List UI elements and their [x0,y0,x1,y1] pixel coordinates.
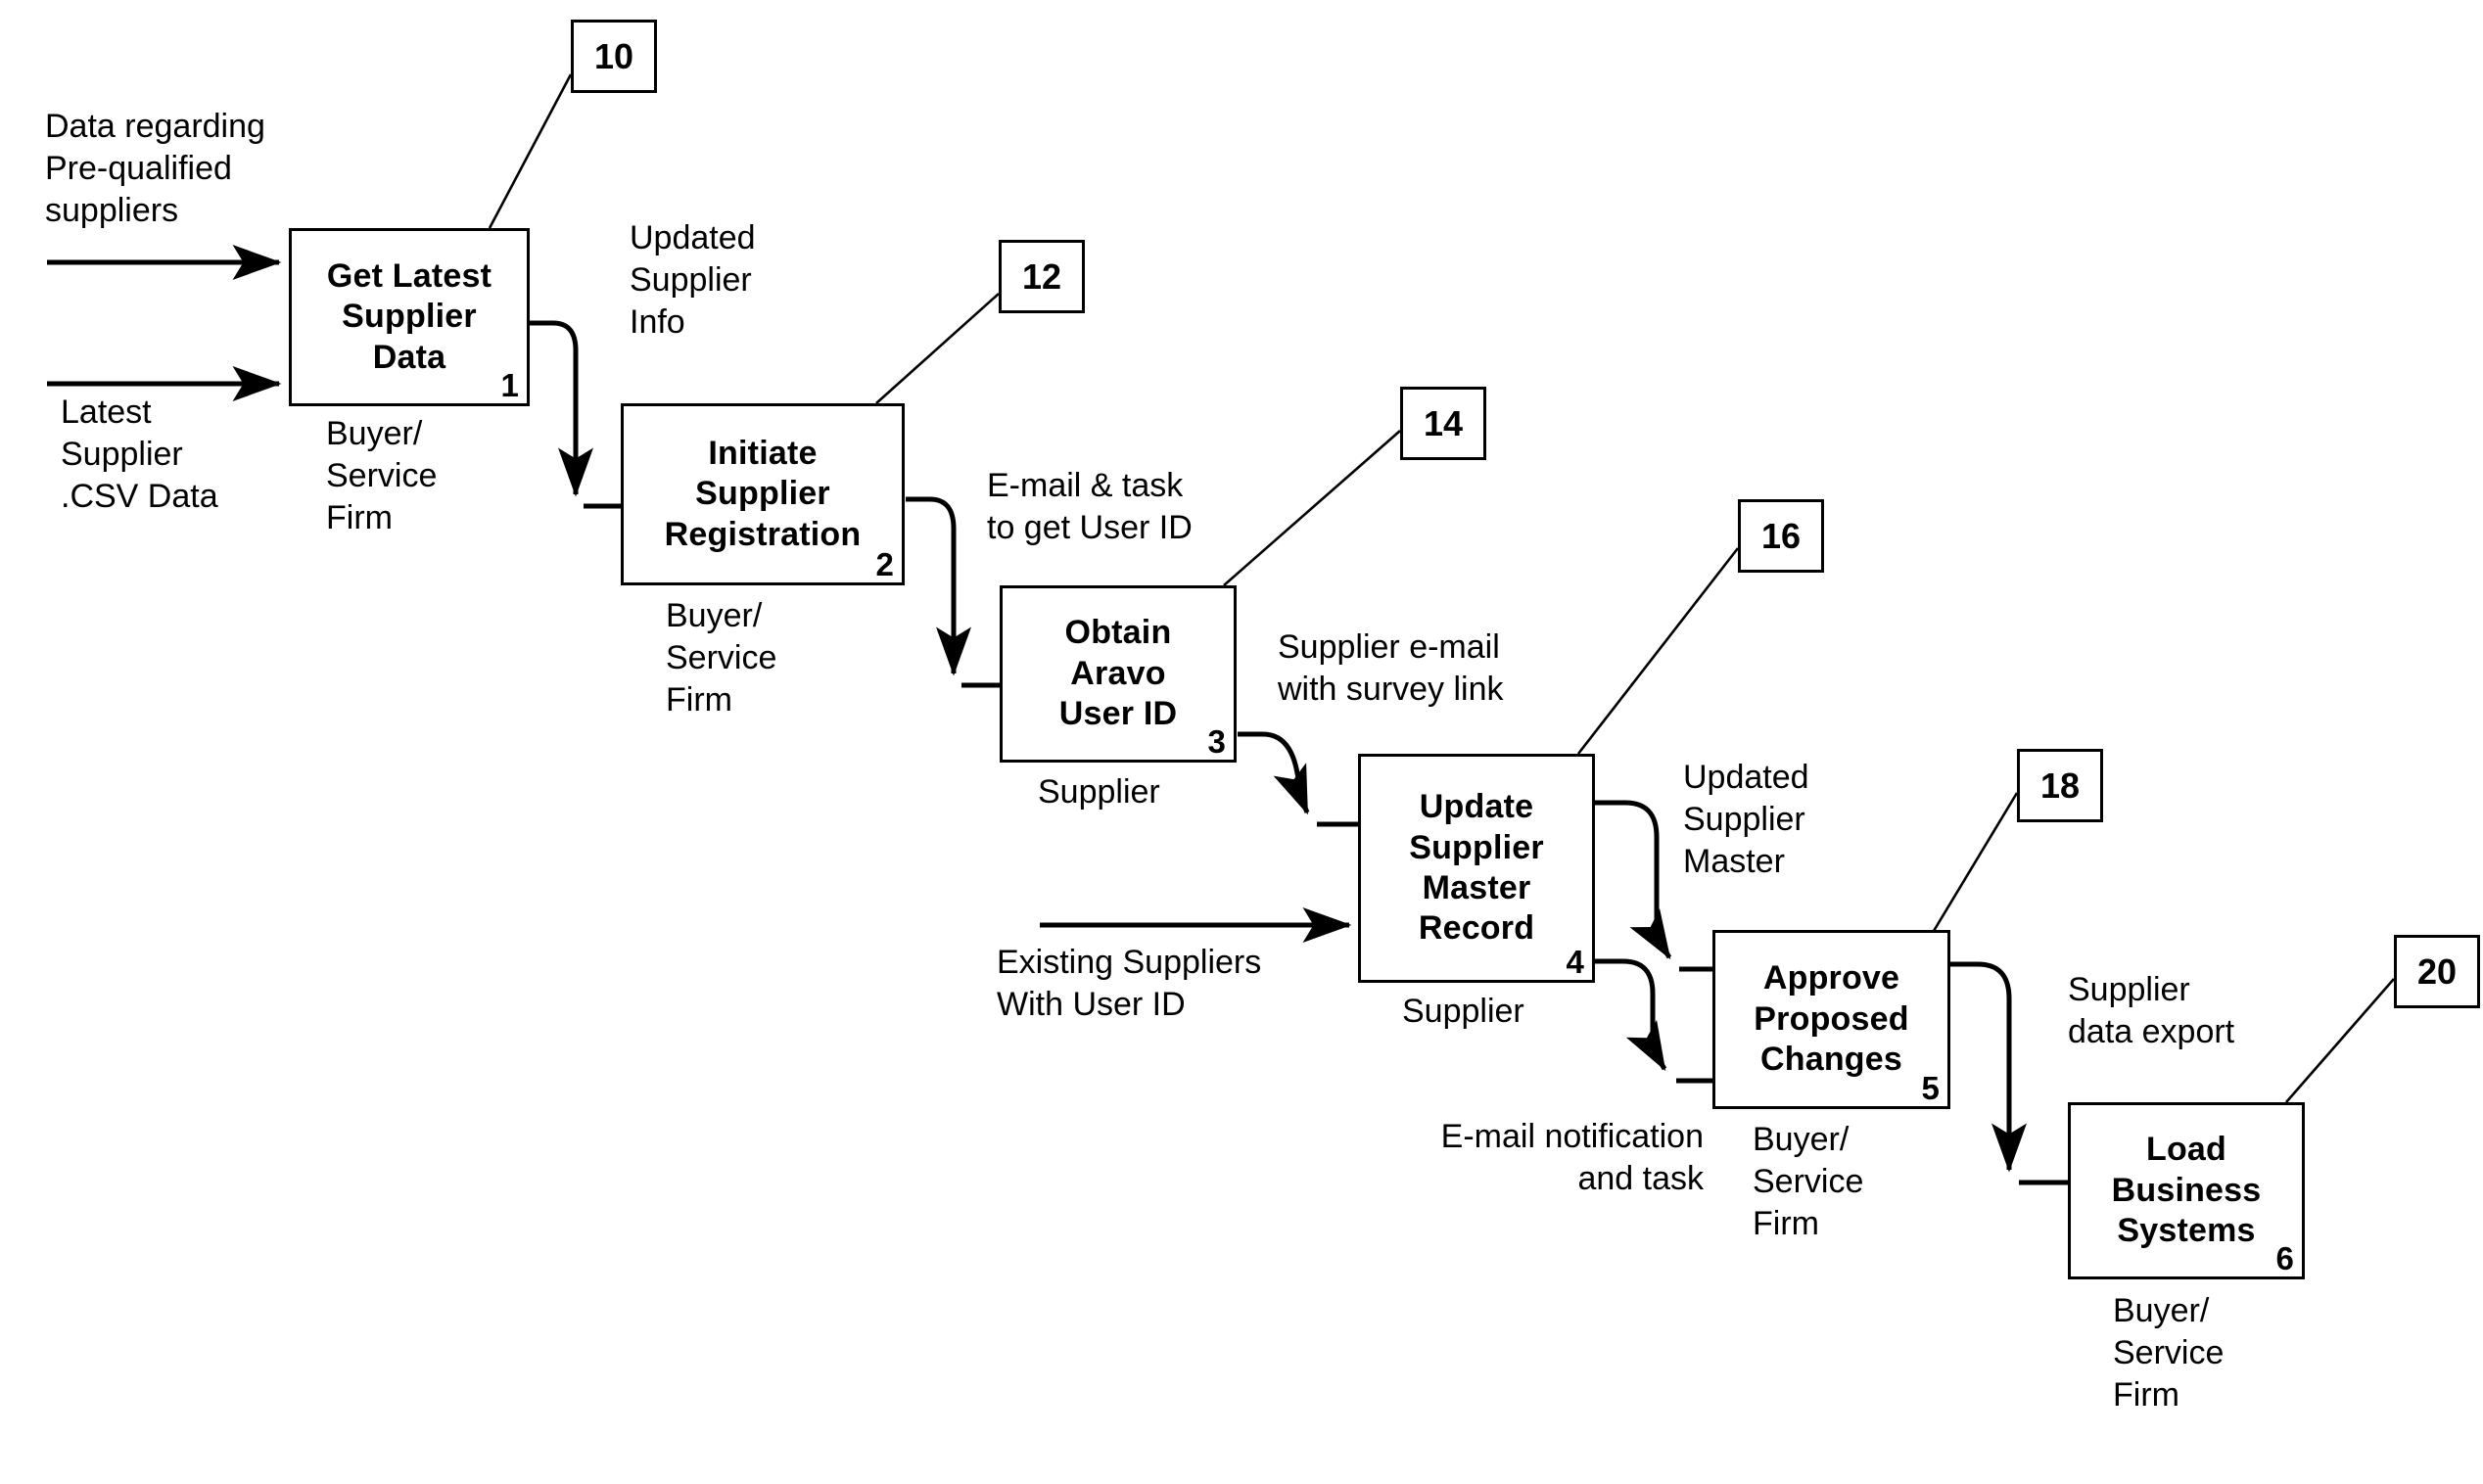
flow-label-supplier-email-survey-link: Supplier e-mail with survey link [1278,628,1504,709]
process-box-2-initiate-supplier-registration[interactable]: Initiate Supplier Registration 2 [621,403,905,585]
role-label-process-2: Buyer/ Service Firm [666,597,777,719]
reference-numeral-20-label: 20 [2416,951,2458,992]
reference-numeral-12: 12 [999,240,1085,313]
reference-numeral-16-label: 16 [1760,515,1802,556]
flow-label-updated-supplier-info: Updated Supplier Info [630,219,756,342]
process-4-title: Update Supplier Master Record [1409,788,1544,948]
role-label-process-5: Buyer/ Service Firm [1753,1121,1864,1243]
flow-label-email-task-get-user-id: E-mail & task to get User ID [987,467,1193,547]
flow-label-email-notification-and-task: E-mail notification and task [1440,1118,1704,1198]
process-6-number: 6 [2275,1240,2294,1276]
reference-numeral-18: 18 [2017,749,2103,822]
role-label-process-3: Supplier [1038,773,1160,811]
process-6-title: Load Business Systems [2111,1131,2262,1250]
arrow-p4-to-p5-updated-master [1595,800,1672,960]
reference-numeral-20: 20 [2394,935,2480,1008]
process-4-number: 4 [1566,944,1584,980]
patent-flow-diagram: 10 12 14 16 18 20 Get Latest Supplier Da… [0,0,2483,1484]
process-3-number: 3 [1207,723,1226,760]
process-box-1-get-latest-supplier-data[interactable]: Get Latest Supplier Data 1 [289,228,530,406]
process-3-title: Obtain Aravo User ID [1058,614,1178,733]
process-2-number: 2 [875,546,894,582]
role-label-process-6: Buyer/ Service Firm [2113,1292,2225,1414]
flow-label-prequalified-suppliers: Data regarding Pre-qualified suppliers [45,108,265,230]
process-box-6-load-business-systems[interactable]: Load Business Systems 6 [2068,1102,2305,1279]
process-5-title: Approve Proposed Changes [1754,959,1909,1079]
role-label-process-4: Supplier [1402,993,1524,1030]
reference-numeral-18-label: 18 [2039,765,2081,806]
reference-numeral-14-label: 14 [1423,402,1464,443]
process-2-title: Initiate Supplier Registration [664,434,862,553]
reference-numeral-10: 10 [571,20,657,93]
arrow-p2-to-p3 [906,496,971,676]
reference-numeral-16: 16 [1738,499,1824,573]
flow-label-supplier-data-export: Supplier data export [2068,971,2235,1051]
reference-numeral-14: 14 [1400,387,1486,460]
process-box-4-update-supplier-master-record[interactable]: Update Supplier Master Record 4 [1358,754,1595,983]
process-box-5-approve-proposed-changes[interactable]: Approve Proposed Changes 5 [1712,930,1950,1109]
process-5-number: 5 [1921,1070,1940,1106]
flow-label-latest-supplier-csv-data: Latest Supplier .CSV Data [61,394,218,516]
reference-numeral-10-label: 10 [593,35,634,76]
process-box-3-obtain-aravo-user-id[interactable]: Obtain Aravo User ID 3 [1000,585,1237,763]
process-1-number: 1 [500,367,519,403]
reference-numeral-12-label: 12 [1021,255,1062,297]
flow-label-existing-suppliers-user-id: Existing Suppliers With User ID [997,944,1262,1024]
flow-label-updated-supplier-master: Updated Supplier Master [1683,759,1809,881]
process-1-title: Get Latest Supplier Data [326,256,492,376]
